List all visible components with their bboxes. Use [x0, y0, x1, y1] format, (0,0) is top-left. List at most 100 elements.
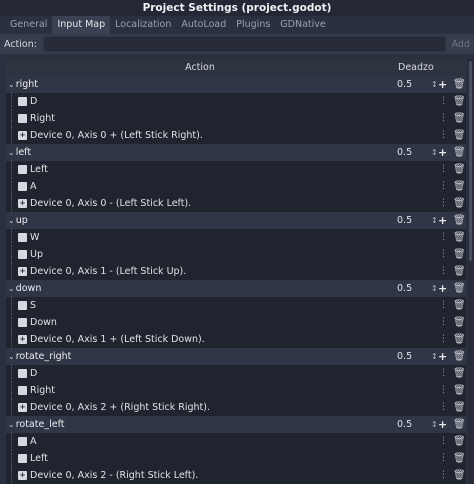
delete-event-icon[interactable]: 🗑	[453, 314, 466, 331]
collapse-arrow-icon[interactable]: ⌄	[8, 216, 15, 225]
edit-event-icon[interactable]: ⋮	[439, 127, 448, 144]
deadzone-value[interactable]: 0.5	[397, 348, 412, 365]
delete-event-icon[interactable]: 🗑	[453, 399, 466, 416]
tab-general[interactable]: General	[5, 16, 52, 34]
edit-event-icon[interactable]: ⋮	[439, 93, 448, 110]
add-event-button[interactable]: +	[438, 144, 447, 161]
add-event-button[interactable]: +	[438, 76, 447, 93]
add-event-button[interactable]: +	[438, 212, 447, 229]
delete-event-icon[interactable]: 🗑	[453, 178, 466, 195]
edit-event-icon[interactable]: ⋮	[439, 467, 448, 484]
deadzone-value[interactable]: 0.5	[397, 212, 412, 229]
edit-event-icon[interactable]: ⋮	[439, 110, 448, 127]
delete-action-icon[interactable]: 🗑	[453, 348, 466, 365]
edit-event-icon[interactable]: ⋮	[439, 161, 448, 178]
deadzone-spinner-icon[interactable]: ↕	[431, 348, 438, 365]
delete-action-icon[interactable]: 🗑	[453, 280, 466, 297]
collapse-arrow-icon[interactable]: ⌄	[8, 352, 15, 361]
collapse-arrow-icon[interactable]: ⌄	[8, 420, 15, 429]
edit-event-icon[interactable]: ⋮	[439, 229, 448, 246]
action-row[interactable]: ⌄left 0.5 ↕ + 🗑	[6, 144, 466, 161]
edit-event-icon[interactable]: ⋮	[439, 297, 448, 314]
deadzone-spinner-icon[interactable]: ↕	[431, 76, 438, 93]
event-row[interactable]: + Device 0, Axis 1 - (Left Stick Up). ⋮ 🗑	[6, 263, 466, 280]
action-name-input[interactable]	[42, 36, 446, 52]
deadzone-value[interactable]: 0.5	[397, 144, 412, 161]
action-row[interactable]: ⌄rotate_right 0.5 ↕ + 🗑	[6, 348, 466, 365]
deadzone-value[interactable]: 0.5	[397, 416, 412, 433]
deadzone-value[interactable]: 0.5	[397, 76, 412, 93]
edit-event-icon[interactable]: ⋮	[439, 433, 448, 450]
event-row[interactable]: D ⋮ 🗑	[6, 365, 466, 382]
event-row[interactable]: + Device 0, Axis 0 + (Left Stick Right). ⋮…	[6, 127, 466, 144]
vertical-scrollbar[interactable]	[468, 59, 473, 484]
edit-event-icon[interactable]: ⋮	[439, 195, 448, 212]
edit-event-icon[interactable]: ⋮	[439, 450, 448, 467]
delete-action-icon[interactable]: 🗑	[453, 212, 466, 229]
collapse-arrow-icon[interactable]: ⌄	[8, 148, 15, 157]
tab-plugins[interactable]: Plugins	[231, 16, 275, 34]
event-row[interactable]: Up ⋮ 🗑	[6, 246, 466, 263]
deadzone-spinner-icon[interactable]: ↕	[431, 144, 438, 161]
event-row[interactable]: + Device 0, Axis 1 + (Left Stick Down). ⋮ 🗑	[6, 331, 466, 348]
add-event-button[interactable]: +	[438, 416, 447, 433]
deadzone-spinner-icon[interactable]: ↕	[431, 212, 438, 229]
tab-autoload[interactable]: AutoLoad	[176, 16, 231, 34]
add-event-button[interactable]: +	[438, 280, 447, 297]
event-row[interactable]: Right ⋮ 🗑	[6, 382, 466, 399]
deadzone-value[interactable]: 0.5	[397, 280, 412, 297]
deadzone-spinner-icon[interactable]: ↕	[431, 280, 438, 297]
event-row[interactable]: Right ⋮ 🗑	[6, 110, 466, 127]
event-row[interactable]: Left ⋮ 🗑	[6, 450, 466, 467]
edit-event-icon[interactable]: ⋮	[439, 246, 448, 263]
event-row[interactable]: Left ⋮ 🗑	[6, 161, 466, 178]
action-row[interactable]: ⌄rotate_left 0.5 ↕ + 🗑	[6, 416, 466, 433]
event-row[interactable]: + Device 0, Axis 2 - (Right Stick Left). ⋮…	[6, 467, 466, 484]
tab-gdnative[interactable]: GDNative	[275, 16, 330, 34]
delete-event-icon[interactable]: 🗑	[453, 365, 466, 382]
delete-action-icon[interactable]: 🗑	[453, 144, 466, 161]
delete-action-icon[interactable]: 🗑	[453, 416, 466, 433]
collapse-arrow-icon[interactable]: ⌄	[8, 284, 15, 293]
collapse-arrow-icon[interactable]: ⌄	[8, 80, 15, 89]
edit-event-icon[interactable]: ⋮	[439, 382, 448, 399]
tab-localization[interactable]: Localization	[110, 16, 176, 34]
event-row[interactable]: W ⋮ 🗑	[6, 229, 466, 246]
delete-event-icon[interactable]: 🗑	[453, 450, 466, 467]
edit-event-icon[interactable]: ⋮	[439, 365, 448, 382]
delete-event-icon[interactable]: 🗑	[453, 246, 466, 263]
delete-event-icon[interactable]: 🗑	[453, 263, 466, 280]
scrollbar-thumb[interactable]	[469, 61, 472, 261]
deadzone-spinner-icon[interactable]: ↕	[431, 416, 438, 433]
action-row[interactable]: ⌄right 0.5 ↕ + 🗑	[6, 76, 466, 93]
event-row[interactable]: + Device 0, Axis 0 - (Left Stick Left). ⋮ 🗑	[6, 195, 466, 212]
action-row[interactable]: ⌄down 0.5 ↕ + 🗑	[6, 280, 466, 297]
event-row[interactable]: Down ⋮ 🗑	[6, 314, 466, 331]
delete-event-icon[interactable]: 🗑	[453, 467, 466, 484]
delete-event-icon[interactable]: 🗑	[453, 127, 466, 144]
delete-action-icon[interactable]: 🗑	[453, 76, 466, 93]
add-action-button[interactable]: Add	[452, 39, 470, 50]
edit-event-icon[interactable]: ⋮	[439, 178, 448, 195]
delete-event-icon[interactable]: 🗑	[453, 331, 466, 348]
edit-event-icon[interactable]: ⋮	[439, 399, 448, 416]
action-row[interactable]: ⌄up 0.5 ↕ + 🗑	[6, 212, 466, 229]
tab-input-map[interactable]: Input Map	[52, 16, 111, 34]
delete-event-icon[interactable]: 🗑	[453, 93, 466, 110]
delete-event-icon[interactable]: 🗑	[453, 195, 466, 212]
delete-event-icon[interactable]: 🗑	[453, 433, 466, 450]
event-row[interactable]: + Device 0, Axis 2 + (Right Stick Right).…	[6, 399, 466, 416]
edit-event-icon[interactable]: ⋮	[439, 314, 448, 331]
event-row[interactable]: A ⋮ 🗑	[6, 178, 466, 195]
event-row[interactable]: D ⋮ 🗑	[6, 93, 466, 110]
add-event-button[interactable]: +	[438, 348, 447, 365]
delete-event-icon[interactable]: 🗑	[453, 382, 466, 399]
delete-event-icon[interactable]: 🗑	[453, 297, 466, 314]
edit-event-icon[interactable]: ⋮	[439, 331, 448, 348]
delete-event-icon[interactable]: 🗑	[453, 110, 466, 127]
delete-event-icon[interactable]: 🗑	[453, 161, 466, 178]
event-row[interactable]: S ⋮ 🗑	[6, 297, 466, 314]
event-row[interactable]: A ⋮ 🗑	[6, 433, 466, 450]
edit-event-icon[interactable]: ⋮	[439, 263, 448, 280]
delete-event-icon[interactable]: 🗑	[453, 229, 466, 246]
